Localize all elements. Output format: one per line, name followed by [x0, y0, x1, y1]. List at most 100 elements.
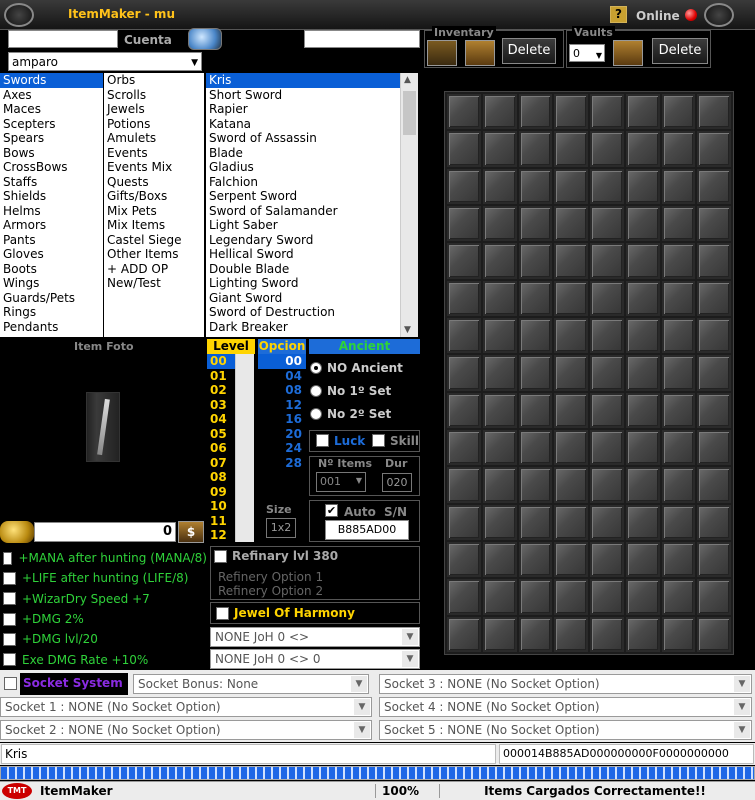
- inventory-slot[interactable]: [661, 205, 696, 242]
- item-entry[interactable]: Rapier: [206, 102, 400, 117]
- inventory-slot[interactable]: [590, 280, 624, 316]
- inventory-slot[interactable]: [625, 94, 660, 130]
- inventory-grid[interactable]: [444, 91, 734, 655]
- inventory-slot[interactable]: [447, 616, 481, 652]
- item-entry[interactable]: Sword of Salamander: [206, 204, 400, 219]
- category-item[interactable]: Gloves: [0, 247, 103, 262]
- inventory-slot[interactable]: [590, 168, 624, 204]
- inventory-slot[interactable]: [554, 355, 588, 391]
- excellent-checkbox[interactable]: [3, 551, 13, 565]
- inventory-slot[interactable]: [661, 355, 696, 391]
- inventory-slot[interactable]: [697, 467, 731, 503]
- inventory-slot[interactable]: [697, 392, 731, 428]
- socket-bonus-select[interactable]: Socket Bonus: None ▼: [133, 674, 369, 694]
- category-item[interactable]: CrossBows: [0, 160, 103, 175]
- ancient-radio[interactable]: No 1º Set: [310, 379, 420, 402]
- inventory-slot[interactable]: [518, 131, 553, 167]
- item-entry[interactable]: Gladius: [206, 160, 400, 175]
- category-item[interactable]: Amulets: [104, 131, 204, 146]
- inventory-slot[interactable]: [590, 429, 624, 466]
- item-name-field[interactable]: Kris: [1, 744, 496, 764]
- category-item[interactable]: Quests: [104, 175, 204, 190]
- zen-input[interactable]: 0: [34, 522, 176, 542]
- item-entry[interactable]: Serpent Sword: [206, 189, 400, 204]
- category-item[interactable]: Axes: [0, 88, 103, 103]
- excellent-checkbox[interactable]: [3, 571, 16, 585]
- item-hex-field[interactable]: 000014B885AD000000000F0000000000: [499, 744, 754, 764]
- inventory-slot[interactable]: [697, 616, 731, 652]
- inventory-slot[interactable]: [447, 168, 481, 204]
- socket-1-select[interactable]: Socket 1 : NONE (No Socket Option) ▼: [0, 697, 372, 717]
- inventory-slot[interactable]: [447, 541, 481, 578]
- inventory-slot[interactable]: [447, 355, 481, 391]
- excellent-checkbox[interactable]: [3, 612, 16, 626]
- option-value[interactable]: 12: [258, 398, 306, 413]
- serial-input[interactable]: B885AD00: [325, 520, 409, 540]
- category-item[interactable]: Scrolls: [104, 88, 204, 103]
- inventory-slot[interactable]: [661, 579, 696, 615]
- harmony-select-1[interactable]: NONE JoH 0 <> ▼: [210, 627, 420, 647]
- inventory-slot[interactable]: [625, 504, 660, 540]
- item-entry[interactable]: Giant Sword: [206, 291, 400, 306]
- item-entry[interactable]: Double Blade: [206, 262, 400, 277]
- option-list[interactable]: 00 04 08 12 16 20 24 28: [258, 354, 306, 474]
- option-value[interactable]: 24: [258, 441, 306, 456]
- option-value[interactable]: 00: [258, 354, 306, 369]
- inventory-slot[interactable]: [482, 429, 517, 466]
- category-item[interactable]: Events: [104, 146, 204, 161]
- inventory-slot[interactable]: [447, 243, 481, 279]
- inventory-slot[interactable]: [697, 94, 731, 130]
- item-entry[interactable]: Sword of Destruction: [206, 305, 400, 320]
- option-value[interactable]: 28: [258, 456, 306, 471]
- category-item[interactable]: Shields: [0, 189, 103, 204]
- inventory-slot[interactable]: [697, 131, 731, 167]
- inventory-slot[interactable]: [447, 579, 481, 615]
- inventory-slot[interactable]: [590, 94, 624, 130]
- inventory-slot[interactable]: [625, 317, 660, 354]
- excellent-option[interactable]: +DMG 2%: [0, 609, 207, 629]
- excellent-option[interactable]: +DMG lvl/20: [0, 629, 207, 649]
- level-scrollbar[interactable]: [235, 354, 254, 542]
- inventory-slot[interactable]: [661, 429, 696, 466]
- category-item[interactable]: Rings: [0, 305, 103, 320]
- inventory-slot[interactable]: [590, 205, 624, 242]
- inventory-slot[interactable]: [661, 504, 696, 540]
- inventory-slot[interactable]: [625, 541, 660, 578]
- category-item[interactable]: Swords: [0, 73, 103, 88]
- inventory-slot[interactable]: [518, 280, 553, 316]
- skill-checkbox[interactable]: [372, 434, 385, 447]
- inventory-slot[interactable]: [590, 616, 624, 652]
- category-item[interactable]: Bows: [0, 146, 103, 161]
- inventory-slot[interactable]: [554, 504, 588, 540]
- inventory-slot[interactable]: [482, 355, 517, 391]
- category-item[interactable]: Orbs: [104, 73, 204, 88]
- inventory-slot[interactable]: [447, 205, 481, 242]
- inventory-slot[interactable]: [661, 317, 696, 354]
- category-item[interactable]: Pendants: [0, 320, 103, 335]
- option-value[interactable]: 08: [258, 383, 306, 398]
- inventory-slot[interactable]: [482, 94, 517, 130]
- excellent-checkbox[interactable]: [3, 653, 16, 667]
- category-item[interactable]: Castel Siege: [104, 233, 204, 248]
- item-entry[interactable]: Short Sword: [206, 88, 400, 103]
- luck-checkbox[interactable]: [316, 434, 329, 447]
- inventory-slot[interactable]: [697, 429, 731, 466]
- inventory-slot[interactable]: [697, 243, 731, 279]
- inventory-slot[interactable]: [518, 429, 553, 466]
- inventory-slot[interactable]: [590, 541, 624, 578]
- inventory-slot[interactable]: [661, 280, 696, 316]
- category-item[interactable]: Scepters: [0, 117, 103, 132]
- inventory-slot[interactable]: [590, 392, 624, 428]
- inventory-slot[interactable]: [554, 280, 588, 316]
- inventory-slot[interactable]: [661, 541, 696, 578]
- socket-5-select[interactable]: Socket 5 : NONE (No Socket Option) ▼: [379, 720, 752, 740]
- inventory-slot[interactable]: [518, 392, 553, 428]
- inventory-slot[interactable]: [518, 504, 553, 540]
- inventory-slot[interactable]: [447, 94, 481, 130]
- category-item[interactable]: Gifts/Boxs: [104, 189, 204, 204]
- inventory-slot[interactable]: [482, 280, 517, 316]
- excellent-option[interactable]: +MANA after hunting (MANA/8): [0, 548, 207, 568]
- category-item[interactable]: Mix Pets: [104, 204, 204, 219]
- inventory-slot[interactable]: [554, 94, 588, 130]
- inventory-slot[interactable]: [590, 467, 624, 503]
